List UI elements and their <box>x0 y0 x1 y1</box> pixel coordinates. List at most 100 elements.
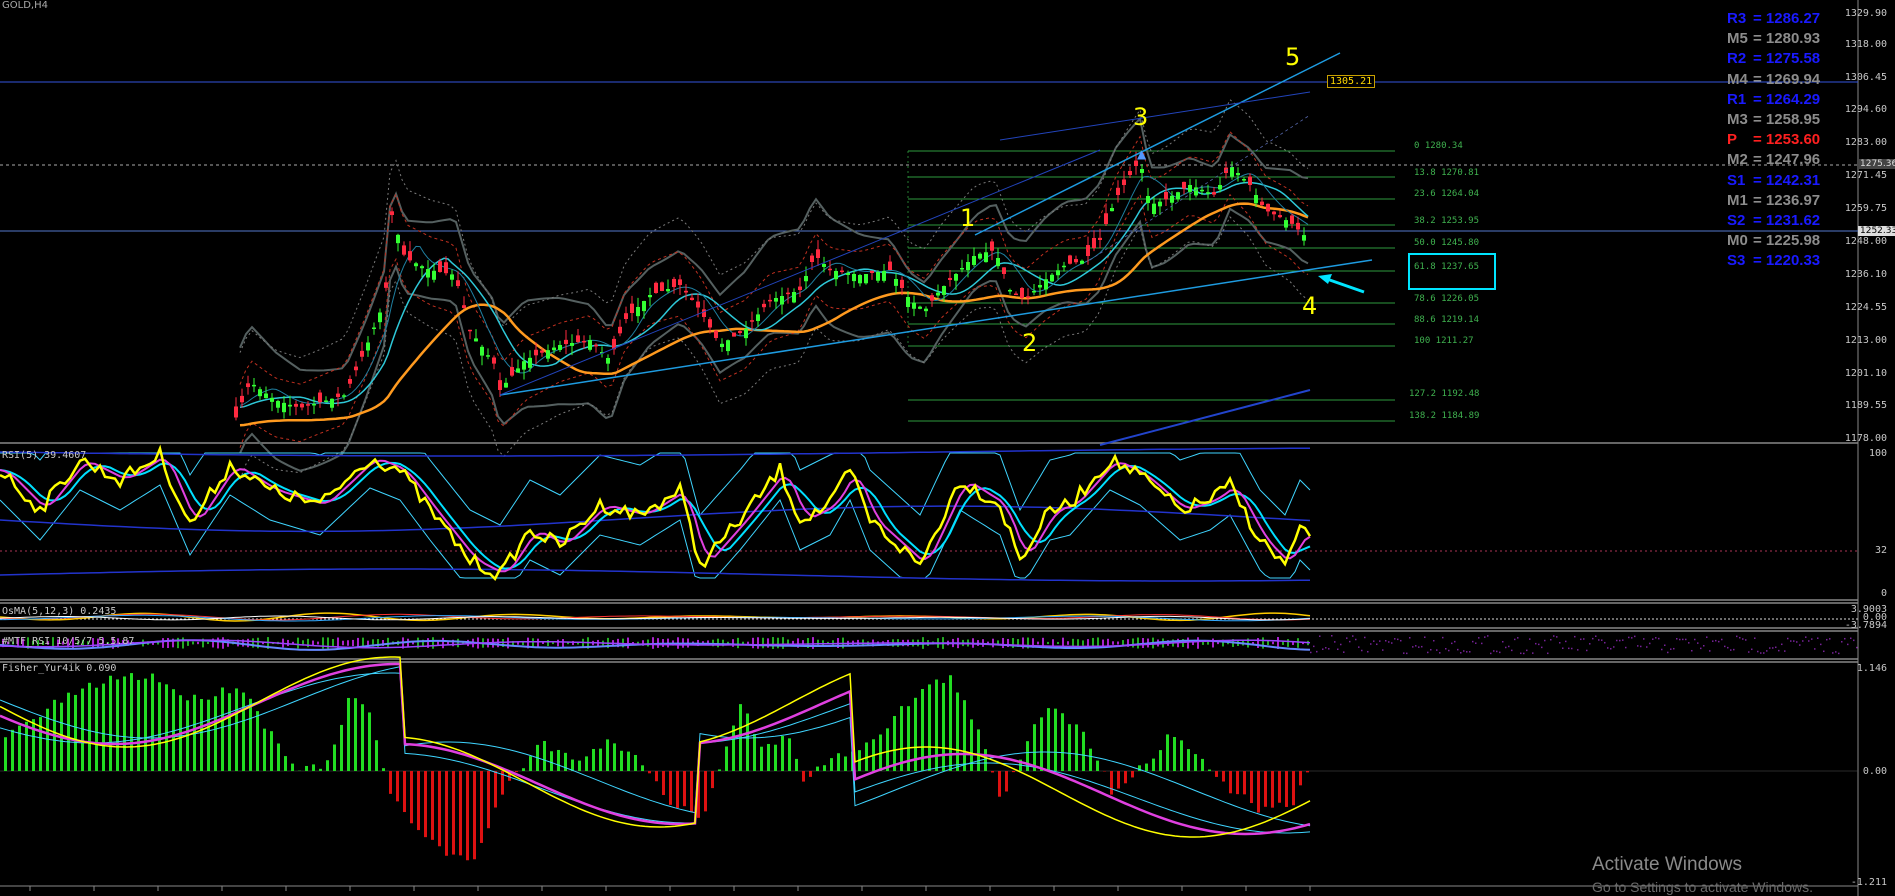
mtf-bar <box>557 639 559 647</box>
fisher-bar <box>599 748 602 771</box>
mtf-dot <box>1781 643 1783 646</box>
fisher-bar <box>718 769 721 771</box>
mtf-bar <box>162 638 164 648</box>
osma-label: OsMA(5,12,3) 0.2435 <box>2 606 117 617</box>
fisher-bar <box>1264 771 1267 807</box>
fisher-bar <box>361 704 364 771</box>
candle-body <box>624 313 628 319</box>
candle-body <box>642 301 646 312</box>
pivot-name: R3 <box>1727 10 1747 27</box>
pivot-name: M0 <box>1727 232 1748 250</box>
mtf-dot <box>1826 638 1828 641</box>
candle-body <box>378 312 382 323</box>
mtf-bar <box>652 637 654 649</box>
mtf-dot <box>1757 650 1759 653</box>
mtf-bar <box>1102 639 1104 647</box>
candle-body <box>780 296 784 305</box>
chart-canvas[interactable]: ▲ <box>0 0 1895 896</box>
fisher-bar <box>585 756 588 771</box>
fisher-bar <box>886 728 889 771</box>
fisher-bar <box>1257 771 1260 813</box>
mtf-dot <box>1523 652 1525 655</box>
mtf-dot <box>1439 652 1441 654</box>
fisher-bar <box>942 682 945 771</box>
mtf-dot <box>1703 645 1705 647</box>
candle-body <box>546 350 550 359</box>
mtf-dot <box>1664 644 1666 647</box>
candle-body <box>336 393 340 398</box>
mtf-dot <box>1331 635 1333 637</box>
mtf-bar <box>1047 641 1049 645</box>
channel-mid <box>999 91 1311 141</box>
fisher-bar <box>795 758 798 771</box>
mtf-dot <box>1541 646 1543 649</box>
wave-trendline-1-5 <box>974 52 1341 236</box>
mtf-bar <box>317 641 319 645</box>
mtf-dot <box>1706 636 1708 638</box>
mtf-dot <box>1667 651 1669 654</box>
fisher-bar <box>1054 708 1057 771</box>
mtf-bar <box>167 637 169 649</box>
mtf-dot <box>1505 646 1507 649</box>
fisher-bar <box>144 678 147 771</box>
target-rectangle[interactable] <box>1408 253 1496 290</box>
candle-body <box>516 368 520 373</box>
mtf-dot <box>1586 649 1588 652</box>
mtf-dot <box>1382 649 1384 651</box>
mtf-dot <box>1313 645 1315 648</box>
price-axis-tick: 1283.00 <box>1844 137 1887 148</box>
candle-body <box>360 350 364 357</box>
fisher-bar <box>900 706 903 771</box>
fisher-bar <box>1292 771 1295 806</box>
fisher-bar <box>312 764 315 771</box>
mtf-dot <box>1649 642 1651 645</box>
pivot-name: P <box>1727 131 1738 149</box>
mtf-dot <box>1415 645 1417 647</box>
price-axis-tick: 1318.00 <box>1844 39 1887 50</box>
wave-label-1: 1 <box>960 204 976 232</box>
fisher-bar <box>550 751 553 771</box>
mtf-dot <box>1673 647 1675 650</box>
fisher-bar <box>389 771 392 794</box>
fisher-bar <box>494 771 497 808</box>
mtf-bar <box>717 638 719 648</box>
pivot-name: M3 <box>1727 111 1748 128</box>
price-axis-tick: 1329.90 <box>1844 8 1887 19</box>
fisher-bar <box>95 687 98 771</box>
mtf-dot <box>1832 652 1834 654</box>
mtf-dot <box>1748 651 1750 653</box>
candle-body <box>708 319 712 328</box>
fisher-bar <box>753 734 756 771</box>
mtf-bar <box>547 639 549 647</box>
mtf-dot <box>1553 635 1555 637</box>
candle-body <box>756 314 760 322</box>
mtf-dot <box>1709 650 1711 652</box>
mtf-dot <box>1790 640 1792 642</box>
candle-body <box>264 393 268 399</box>
mtf-dot <box>1700 647 1702 650</box>
candle-body <box>492 357 496 364</box>
fisher-bar <box>1040 717 1043 771</box>
fisher-signal-2 <box>0 672 1311 834</box>
mtf-dot <box>1349 640 1351 643</box>
pivot-value: = 1242.31 <box>1753 171 1821 189</box>
fisher-bar <box>732 725 735 771</box>
horizontal-line-price-tag[interactable]: 1305.21 <box>1327 75 1376 88</box>
mtf-dot <box>1841 641 1843 643</box>
mtf-dot <box>1787 637 1789 640</box>
mtf-dot <box>1718 640 1720 643</box>
candle-body <box>1152 203 1156 215</box>
mtf-dot <box>1850 637 1852 640</box>
mtf-bar <box>992 638 994 648</box>
fisher-bar <box>781 736 784 771</box>
fisher-bar <box>487 771 490 829</box>
mtf-rsi-label: #MTF_RSI 10/5/7 5.5.87 <box>2 636 135 647</box>
candle-body <box>930 295 934 301</box>
candle-body <box>432 270 436 280</box>
price-axis-tick: 1306.45 <box>1844 72 1887 83</box>
candle-body <box>1134 160 1138 166</box>
candle-body <box>1170 195 1174 203</box>
candle-body <box>1026 296 1030 298</box>
chart-title: GOLD,H4 <box>2 0 48 11</box>
fisher-bar <box>4 737 7 771</box>
